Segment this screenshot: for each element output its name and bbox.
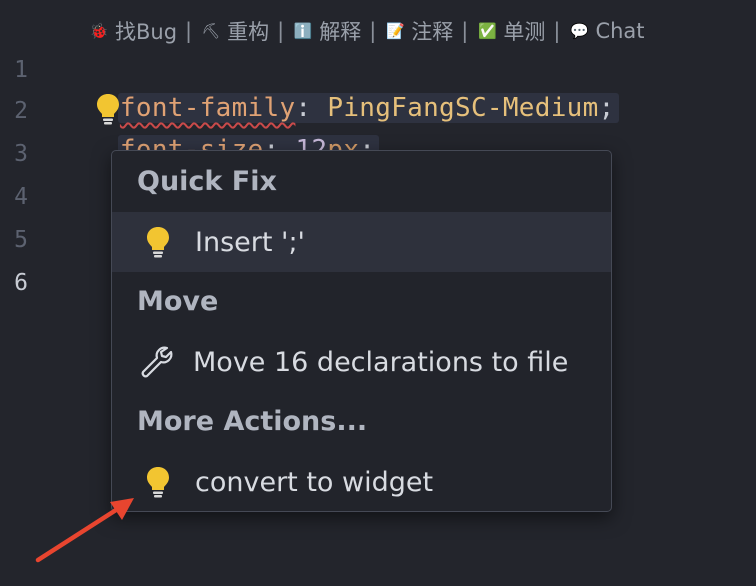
action-label: Insert ';' — [195, 226, 305, 258]
code-actions-popup: Quick Fix Insert ';' Move Move 16 declar… — [111, 150, 612, 512]
code-line-2[interactable]: font-size: 12px; — [88, 90, 380, 165]
separator: | — [461, 19, 469, 43]
separator: | — [185, 19, 193, 43]
move-header: Move — [137, 286, 219, 317]
speech-bubble-icon: 💬 — [570, 22, 589, 40]
semicolon: ; — [598, 93, 615, 123]
lightbulb-icon[interactable] — [95, 92, 121, 126]
move-declarations-action[interactable]: Move 16 declarations to file — [112, 332, 611, 392]
codelens-label: 找Bug — [115, 20, 178, 44]
quick-fix-header: Quick Fix — [137, 166, 277, 197]
line-number: 4 — [14, 184, 28, 210]
codelens-unit-test[interactable]: ✅ 单测 — [476, 16, 545, 46]
more-actions-header: More Actions... — [137, 406, 368, 437]
codelens-refactor[interactable]: ⛏ 重构 — [200, 16, 270, 46]
separator: | — [553, 19, 561, 43]
annotation-arrow-icon — [35, 498, 134, 563]
line-number-current: 6 — [14, 270, 28, 296]
codelens-comment[interactable]: 📝 注释 — [384, 16, 453, 46]
codelens-label: 注释 — [411, 20, 454, 44]
pick-icon: ⛏ — [201, 22, 221, 40]
check-icon: ✅ — [478, 22, 497, 40]
action-label: convert to widget — [195, 466, 434, 498]
code-line-1[interactable]: font-family: PingFangSC-Medium; — [88, 48, 619, 123]
codelens-label: Chat — [595, 19, 645, 43]
codelens-label: 单测 — [503, 20, 546, 44]
separator: | — [369, 19, 377, 43]
convert-to-widget-action[interactable]: convert to widget — [112, 452, 611, 512]
line-number: 3 — [14, 141, 28, 167]
line-number: 2 — [14, 98, 28, 124]
info-icon: ℹ️ — [293, 22, 313, 40]
codelens-chat[interactable]: 💬 Chat — [568, 19, 644, 43]
codelens-label: 解释 — [319, 20, 362, 44]
codelens-find-bug[interactable]: 🐞 找Bug — [88, 16, 177, 46]
codelens-bar: 🐞 找Bug | ⛏ 重构 | ℹ️ 解释 | 📝 注释 | ✅ 单测 | 💬 … — [88, 16, 645, 46]
line-number: 1 — [14, 57, 28, 83]
separator: | — [277, 19, 285, 43]
lightbulb-icon — [143, 224, 173, 260]
wrench-icon — [137, 344, 175, 380]
codelens-explain[interactable]: ℹ️ 解释 — [292, 16, 361, 46]
memo-icon: 📝 — [385, 22, 405, 40]
insert-semicolon-action[interactable]: Insert ';' — [112, 212, 611, 272]
line-number: 5 — [14, 227, 28, 253]
bug-icon: 🐞 — [89, 22, 109, 40]
action-label: Move 16 declarations to file — [193, 346, 569, 378]
codelens-label: 重构 — [227, 20, 270, 44]
